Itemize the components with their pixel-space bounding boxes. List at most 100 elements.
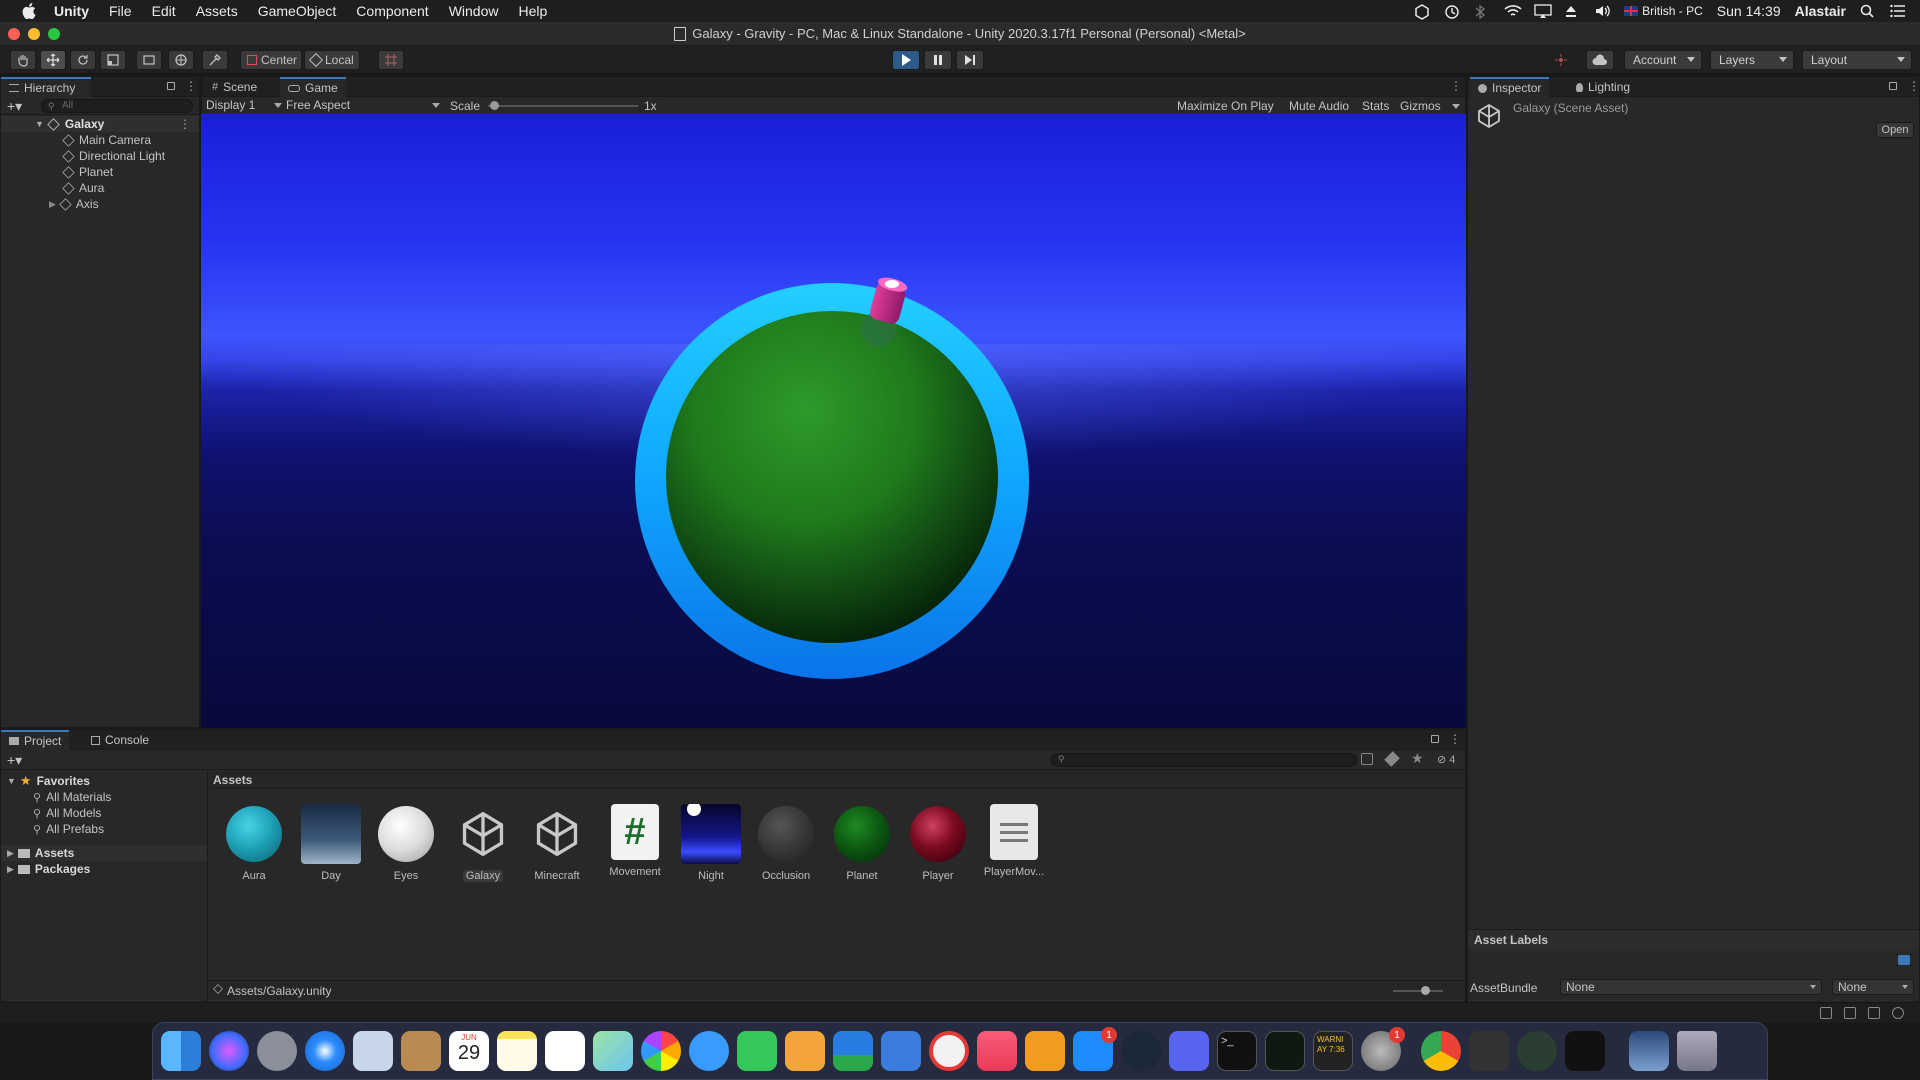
tab-console[interactable]: Console <box>83 730 157 750</box>
terminal-icon[interactable]: >_ <box>1217 1031 1257 1071</box>
label-tag-icon[interactable] <box>1898 955 1910 965</box>
unity-hub-icon[interactable] <box>1414 4 1430 20</box>
pause-button[interactable] <box>924 50 952 70</box>
lock-icon[interactable] <box>1431 735 1439 743</box>
cache-server-icon[interactable] <box>1844 1007 1856 1019</box>
kebab-menu-icon[interactable]: ⋮ <box>185 80 197 92</box>
discord-icon[interactable] <box>1169 1031 1209 1071</box>
collab-button[interactable] <box>1548 50 1574 70</box>
menubar-clock[interactable]: Sun 14:39 <box>1717 3 1781 19</box>
tab-game[interactable]: Game <box>280 77 346 97</box>
atom-icon[interactable] <box>1517 1031 1557 1071</box>
app-store-icon[interactable]: 1 <box>1073 1027 1117 1071</box>
kebab-menu-icon[interactable]: ⋮ <box>1450 80 1462 92</box>
project-search-input[interactable]: ⚲ <box>1051 753 1357 767</box>
asset-item-minecraft[interactable]: Minecraft <box>522 804 592 884</box>
assetbundle-dropdown[interactable]: None <box>1560 979 1822 995</box>
scale-tool-button[interactable] <box>100 50 126 70</box>
trash-icon[interactable] <box>1677 1031 1717 1071</box>
unity-editor-icon[interactable] <box>1565 1031 1605 1071</box>
messages-icon[interactable] <box>689 1031 729 1071</box>
kebab-menu-icon[interactable]: ⋮ <box>1908 80 1920 92</box>
launchpad-icon[interactable] <box>257 1031 297 1071</box>
asset-item-player[interactable]: Player <box>903 804 973 884</box>
maps-icon[interactable] <box>593 1031 633 1071</box>
layers-dropdown[interactable]: Layers <box>1710 50 1794 70</box>
hierarchy-search-input[interactable]: ⚲ All <box>41 99 193 113</box>
lock-icon[interactable] <box>167 82 175 90</box>
expand-arrow-icon[interactable]: ▼ <box>35 119 44 129</box>
aspect-dropdown[interactable]: Free Aspect <box>286 98 442 114</box>
hierarchy-scene-row[interactable]: ▼ Galaxy ⋮ <box>1 116 199 132</box>
asset-item-eyes[interactable]: Eyes <box>371 804 441 884</box>
grid-snap-button[interactable] <box>378 50 404 70</box>
music-icon[interactable] <box>977 1031 1017 1071</box>
rotate-tool-button[interactable] <box>70 50 96 70</box>
tab-project[interactable]: Project <box>1 730 70 750</box>
hierarchy-item[interactable]: ▶ Axis <box>1 196 199 212</box>
asset-item-night[interactable]: Night <box>676 804 746 884</box>
transform-tool-button[interactable] <box>168 50 194 70</box>
console-app-icon[interactable]: WARNI AY 7:36 <box>1313 1031 1353 1071</box>
hierarchy-item[interactable]: Aura <box>1 180 199 196</box>
collapse-arrow-icon[interactable]: ▶ <box>49 199 56 210</box>
pivot-local-toggle[interactable]: Local <box>304 50 360 70</box>
menu-file[interactable]: File <box>109 3 132 19</box>
asset-item-planet[interactable]: Planet <box>827 804 897 884</box>
wifi-icon[interactable] <box>1504 4 1522 18</box>
airplay-icon[interactable] <box>1534 4 1552 18</box>
create-asset-icon[interactable]: +▾ <box>7 752 22 769</box>
menu-assets[interactable]: Assets <box>196 3 238 19</box>
assetbundle-variant-dropdown[interactable]: None <box>1832 979 1914 995</box>
window-zoom-button[interactable] <box>48 28 60 40</box>
scale-slider[interactable] <box>488 101 638 110</box>
volume-icon[interactable] <box>1594 4 1610 18</box>
expand-arrow-icon[interactable]: ▶ <box>7 864 14 875</box>
step-button[interactable] <box>956 50 984 70</box>
system-preferences-icon[interactable]: 1 <box>1361 1027 1405 1071</box>
numbers-icon[interactable] <box>833 1031 873 1071</box>
favorite-item[interactable]: ⚲ All Models <box>1 805 207 821</box>
asset-item-day[interactable]: Day <box>296 804 366 884</box>
open-asset-button[interactable]: Open <box>1876 122 1914 138</box>
bluetooth-icon[interactable] <box>1474 4 1490 20</box>
menu-window[interactable]: Window <box>449 3 499 19</box>
safari-icon[interactable] <box>305 1031 345 1071</box>
tab-inspector[interactable]: Inspector <box>1470 77 1550 97</box>
hidden-packages-toggle[interactable]: ⊘ 4 <box>1437 753 1455 766</box>
breadcrumb-assets[interactable]: Assets <box>213 773 252 787</box>
steam-icon[interactable] <box>1121 1031 1161 1071</box>
photos-icon[interactable] <box>641 1031 681 1071</box>
pivot-center-toggle[interactable]: Center <box>240 50 302 70</box>
menu-help[interactable]: Help <box>518 3 547 19</box>
asset-item-movement[interactable]: # Movement <box>600 804 670 884</box>
add-object-icon[interactable]: +▾ <box>7 98 22 115</box>
pages-icon[interactable] <box>785 1031 825 1071</box>
gizmos-toggle[interactable]: Gizmos <box>1400 99 1441 113</box>
apple-menu-icon[interactable] <box>18 0 40 22</box>
siri-icon[interactable] <box>209 1031 249 1071</box>
downloads-folder-icon[interactable] <box>1629 1031 1669 1071</box>
favorite-item[interactable]: ⚲ All Prefabs <box>1 821 207 837</box>
expand-arrow-icon[interactable]: ▶ <box>7 848 14 859</box>
eject-icon[interactable] <box>1564 4 1580 18</box>
stats-toggle[interactable]: Stats <box>1362 99 1389 113</box>
icon-size-slider-thumb[interactable] <box>1421 986 1430 995</box>
window-minimize-button[interactable] <box>28 28 40 40</box>
cloud-services-button[interactable] <box>1586 50 1614 70</box>
hierarchy-item[interactable]: Main Camera <box>1 132 199 148</box>
custom-tools-button[interactable] <box>202 50 228 70</box>
facetime-icon[interactable] <box>737 1031 777 1071</box>
input-source[interactable]: British - PC <box>1624 4 1703 18</box>
asset-item-galaxy[interactable]: Galaxy <box>448 804 518 884</box>
time-machine-icon[interactable] <box>1444 4 1460 19</box>
scene-kebab-icon[interactable]: ⋮ <box>179 117 191 131</box>
hierarchy-item[interactable]: Planet <box>1 164 199 180</box>
hierarchy-item[interactable]: Directional Light <box>1 148 199 164</box>
layout-dropdown[interactable]: Layout <box>1802 50 1912 70</box>
expand-arrow-icon[interactable]: ▼ <box>7 776 16 786</box>
tab-scene[interactable]: # Scene <box>204 77 265 97</box>
move-tool-button[interactable] <box>40 50 66 70</box>
favorites-star-icon[interactable]: ★ <box>1411 750 1424 767</box>
preview-icon[interactable] <box>353 1031 393 1071</box>
